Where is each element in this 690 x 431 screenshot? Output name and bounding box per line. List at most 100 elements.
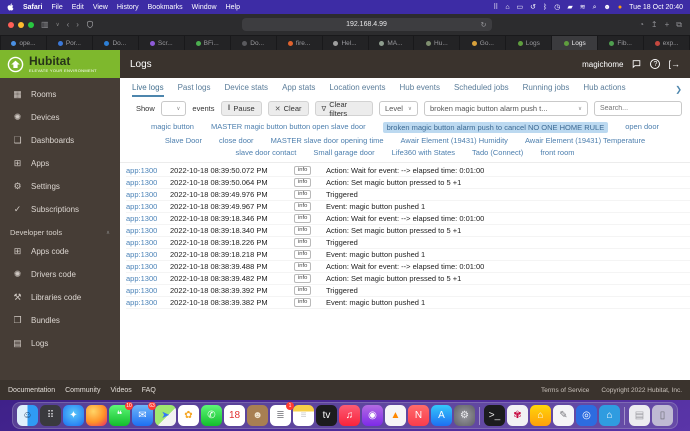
status-icon[interactable]: ↺ — [530, 4, 536, 11]
filter-chip[interactable]: Awair Element (19431) Humidity — [401, 136, 508, 145]
filter-chip[interactable]: Slave Door — [165, 136, 202, 145]
status-icon[interactable]: ▭ — [517, 4, 524, 11]
sidebar-item[interactable]: ⚒ Libraries code — [0, 286, 120, 309]
browser-tab[interactable]: Go... — [460, 36, 505, 50]
logout-icon[interactable]: [→ — [668, 59, 680, 69]
sidebar-item[interactable]: ⊞ Apps code — [0, 240, 120, 263]
sidebar-item[interactable]: ▤ Logs — [0, 332, 120, 355]
sidebar-item[interactable]: ✺ Drivers code — [0, 263, 120, 286]
apple-menu-icon[interactable] — [7, 3, 14, 11]
help-icon[interactable]: ? — [650, 59, 660, 69]
dock-app[interactable]: >_ — [484, 405, 505, 426]
sidebar-item[interactable]: ❏ Dashboards — [0, 129, 120, 152]
browser-tab[interactable]: BFi... — [185, 36, 230, 50]
downloads-icon[interactable]: ◔ — [639, 20, 644, 29]
status-icon[interactable]: ⌕ — [593, 4, 597, 11]
logs-tab[interactable]: Device stats — [224, 83, 268, 97]
status-icon[interactable]: ᛒ — [543, 4, 547, 11]
dock-app[interactable] — [624, 407, 625, 425]
status-icon[interactable]: ▰ — [567, 4, 572, 11]
back-button[interactable]: ‹ — [67, 20, 70, 29]
dock-app[interactable]: ❝ 10 — [109, 405, 130, 426]
menubar-item[interactable]: View — [93, 4, 108, 11]
dock-app[interactable]: ✦ — [63, 405, 84, 426]
menubar-item[interactable]: Bookmarks — [148, 4, 183, 11]
logs-tab[interactable]: Hub actions — [583, 83, 625, 97]
app-link[interactable]: app:1300 — [126, 298, 170, 307]
more-tabs-chevron-icon[interactable]: ❯ — [675, 85, 682, 97]
menubar-item[interactable]: File — [51, 4, 62, 11]
close-window-button[interactable] — [8, 22, 14, 28]
dock-app[interactable]: ▲ — [385, 405, 406, 426]
footer-link[interactable]: Documentation — [8, 387, 55, 394]
logs-tab[interactable]: Running jobs — [523, 83, 570, 97]
sidebar-item[interactable]: ▦ Rooms — [0, 83, 120, 106]
browser-tab[interactable]: Logs — [552, 36, 597, 50]
dock-app[interactable]: ✆ — [201, 405, 222, 426]
menubar-item[interactable]: Window — [192, 4, 217, 11]
dock-app[interactable]: ▯ — [652, 405, 673, 426]
new-tab-button[interactable]: + — [665, 20, 670, 29]
browser-tab[interactable]: Fib... — [598, 36, 643, 50]
menubar-item[interactable]: Safari — [23, 4, 42, 11]
dock-app[interactable]: ✾ — [507, 405, 528, 426]
chat-icon[interactable] — [631, 59, 642, 69]
app-link[interactable]: app:1300 — [126, 250, 170, 259]
filter-chip[interactable]: slave door contact — [235, 148, 296, 157]
browser-tab[interactable]: Do... — [231, 36, 276, 50]
app-link[interactable]: app:1300 — [126, 178, 170, 187]
developer-tools-header[interactable]: Developer tools ∧ — [0, 221, 120, 240]
minimize-window-button[interactable] — [18, 22, 24, 28]
sidebar-item[interactable]: ✓ Subscriptions — [0, 198, 120, 221]
share-icon[interactable]: ↥ — [651, 20, 658, 29]
filter-chip[interactable]: magic button — [151, 122, 194, 133]
browser-tab[interactable]: fire... — [277, 36, 322, 50]
filter-chip[interactable]: front room — [540, 148, 574, 157]
browser-tab[interactable]: Por... — [47, 36, 92, 50]
filter-chip[interactable]: MASTER slave door opening time — [271, 136, 384, 145]
filter-chip[interactable]: open door — [625, 122, 659, 133]
sidebar-item[interactable]: ✺ Devices — [0, 106, 120, 129]
tab-overview-icon[interactable]: ⧉ — [676, 20, 682, 30]
reload-icon[interactable]: ↻ — [481, 21, 487, 29]
logs-tab[interactable]: Past logs — [178, 83, 211, 97]
show-count-select[interactable]: ∨ — [161, 101, 187, 116]
app-link[interactable]: app:1300 — [126, 226, 170, 235]
clear-button[interactable]: ✕ Clear — [268, 101, 309, 116]
filter-chip[interactable]: MASTER magic button button open slave do… — [211, 122, 366, 133]
dock-app[interactable]: ≣ 1 — [270, 405, 291, 426]
sidebar-toggle-icon[interactable]: ▥ — [41, 20, 49, 29]
app-link[interactable]: app:1300 — [126, 166, 170, 175]
dock-app[interactable]: ◎ — [576, 405, 597, 426]
browser-tab[interactable]: Hu... — [414, 36, 459, 50]
filter-chip[interactable]: close door — [219, 136, 254, 145]
logs-tab[interactable]: Scheduled jobs — [454, 83, 509, 97]
dock-app[interactable]: A — [431, 405, 452, 426]
dock-app[interactable]: ⌂ — [530, 405, 551, 426]
sidebar-item[interactable]: ⊞ Apps — [0, 152, 120, 175]
dock-app[interactable]: N — [408, 405, 429, 426]
privacy-shield-icon[interactable] — [86, 20, 94, 29]
browser-tab[interactable]: exp... — [644, 36, 689, 50]
dock-app[interactable]: ✉ 63 — [132, 405, 153, 426]
logs-tab[interactable]: App stats — [282, 83, 315, 97]
app-link[interactable]: app:1300 — [126, 238, 170, 247]
menubar-item[interactable]: Help — [226, 4, 240, 11]
menubar-item[interactable]: Edit — [72, 4, 84, 11]
footer-link[interactable]: Videos — [111, 387, 132, 394]
dock-app[interactable]: ➤ — [155, 405, 176, 426]
browser-tab[interactable]: Logs — [506, 36, 551, 50]
browser-tab[interactable]: Hel... — [323, 36, 368, 50]
dock-app[interactable]: ⚙ — [454, 405, 475, 426]
dock-app[interactable]: ◉ — [362, 405, 383, 426]
dock-app[interactable]: tv — [316, 405, 337, 426]
menubar-clock[interactable]: Tue 18 Oct 20:40 — [629, 4, 683, 11]
sidebar-chevron-icon[interactable]: ∨ — [56, 22, 60, 28]
logs-tab[interactable]: Location events — [329, 83, 385, 97]
footer-link[interactable]: FAQ — [142, 387, 156, 394]
pause-button[interactable]: ‖ Pause — [221, 101, 262, 116]
dock-app[interactable]: ▤ — [629, 405, 650, 426]
address-bar[interactable]: 192.168.4.99 ↻ — [242, 18, 492, 31]
filter-chip[interactable]: Life360 with States — [392, 148, 455, 157]
app-link[interactable]: app:1300 — [126, 190, 170, 199]
